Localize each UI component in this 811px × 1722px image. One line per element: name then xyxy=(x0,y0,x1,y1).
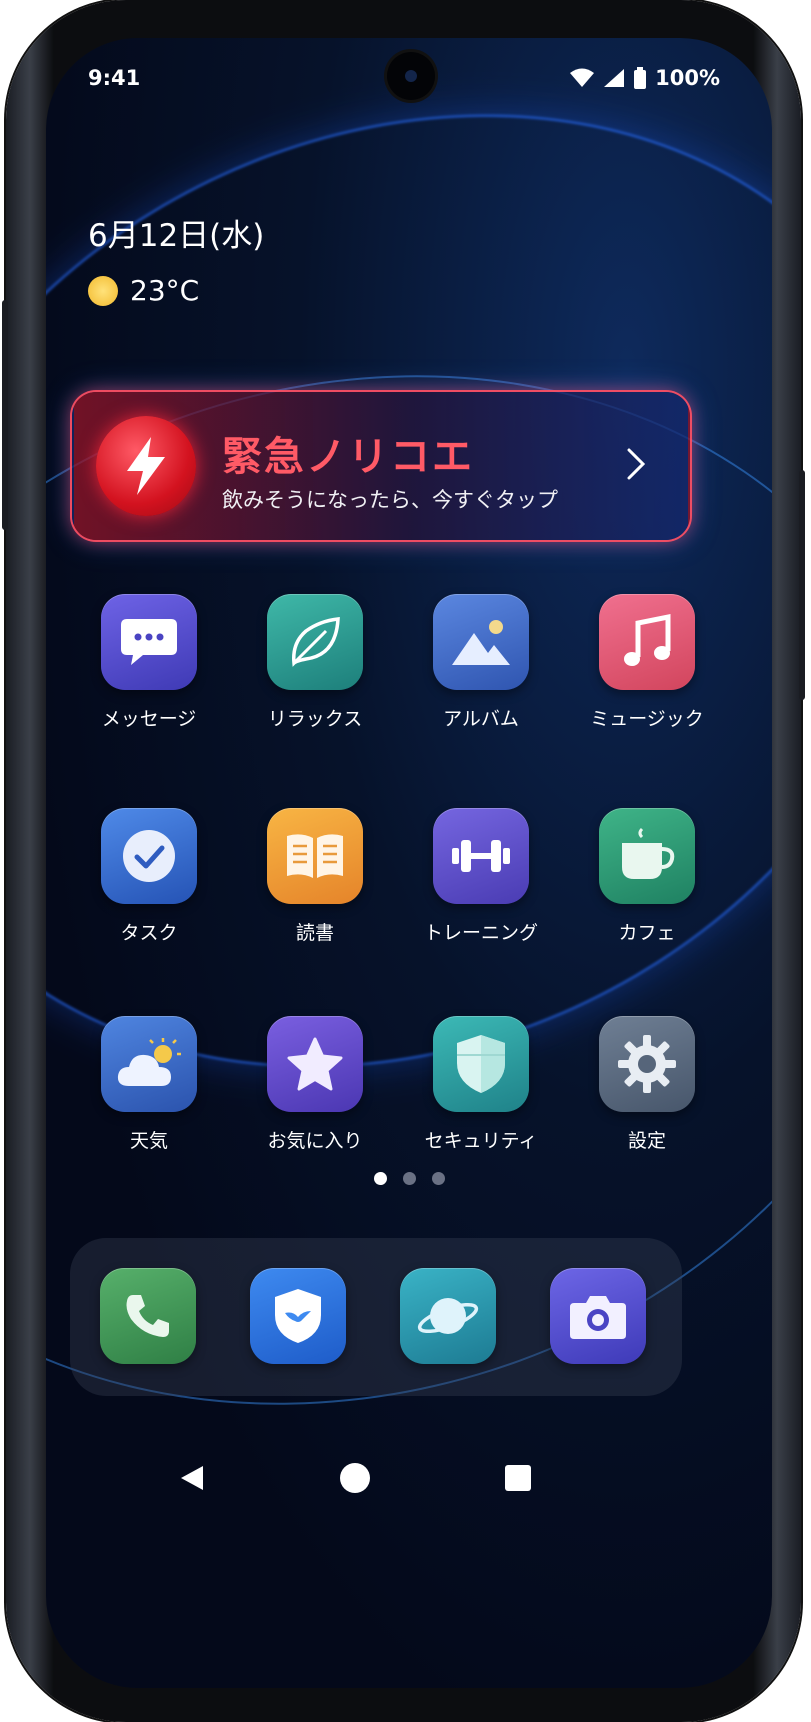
app-messages[interactable]: メッセージ xyxy=(74,594,224,731)
power-button xyxy=(799,470,805,700)
leaf-icon xyxy=(267,594,363,690)
battery-icon xyxy=(634,67,647,89)
phone-frame: 9:41 100% 6月12日(水) 23°C 緊急ノリコエ 飲みそうになったら… xyxy=(2,0,805,1722)
music-note-icon xyxy=(599,594,695,690)
page-dot[interactable] xyxy=(431,1172,445,1185)
app-cafe[interactable]: カフェ xyxy=(572,808,722,945)
status-bar: 9:41 100% xyxy=(46,66,772,106)
banner-title: 緊急ノリコエ xyxy=(222,434,474,480)
cloud-sun-icon xyxy=(101,1016,197,1112)
app-music[interactable]: ミュージック xyxy=(572,594,722,731)
app-label: タスク xyxy=(120,922,178,944)
app-label: お気に入り xyxy=(267,1130,363,1152)
app-label: メッセージ xyxy=(101,708,197,730)
app-album[interactable]: アルバム xyxy=(406,594,556,731)
dock xyxy=(70,1238,682,1396)
status-time: 9:41 xyxy=(88,66,141,90)
chat-bubble-icon xyxy=(101,594,197,690)
sun-icon xyxy=(88,275,118,306)
app-reading[interactable]: 読書 xyxy=(240,808,390,945)
gear-icon xyxy=(599,1016,695,1112)
app-tasks[interactable]: タスク xyxy=(74,808,224,945)
app-label: セキュリティ xyxy=(424,1130,538,1152)
back-icon[interactable] xyxy=(172,1458,212,1498)
app-weather[interactable]: 天気 xyxy=(74,1016,224,1153)
app-training[interactable]: トレーニング xyxy=(406,808,556,945)
camera-icon[interactable] xyxy=(550,1268,646,1364)
app-label: カフェ xyxy=(618,922,676,944)
mountain-photo-icon xyxy=(433,594,529,690)
page-indicator[interactable] xyxy=(46,1172,772,1185)
weather-widget[interactable]: 23°C xyxy=(88,274,199,307)
app-label: 読書 xyxy=(295,922,334,944)
app-label: アルバム xyxy=(443,708,519,730)
signal-icon xyxy=(604,69,625,87)
app-security[interactable]: セキュリティ xyxy=(406,1016,556,1153)
volume-button xyxy=(2,300,8,530)
recents-icon[interactable] xyxy=(498,1458,538,1498)
app-label: 設定 xyxy=(627,1130,666,1152)
banner-subtitle: 飲みそうになったら、今すぐタップ xyxy=(222,488,558,512)
shield-bird-icon[interactable] xyxy=(250,1268,346,1364)
page-dot[interactable] xyxy=(373,1172,387,1185)
temperature: 23°C xyxy=(130,274,200,307)
planet-icon[interactable] xyxy=(400,1268,496,1364)
page-dot[interactable] xyxy=(402,1172,416,1185)
checkmark-icon xyxy=(101,808,197,904)
app-label: ミュージック xyxy=(590,708,704,730)
star-icon xyxy=(267,1016,363,1112)
battery-percent: 100% xyxy=(655,66,720,90)
dumbbell-icon xyxy=(433,808,529,904)
emergency-banner[interactable]: 緊急ノリコエ 飲みそうになったら、今すぐタップ xyxy=(72,392,690,540)
navigation-bar xyxy=(46,1458,772,1498)
app-relax[interactable]: リラックス xyxy=(240,594,390,731)
shield-icon xyxy=(433,1016,529,1112)
app-label: 天気 xyxy=(129,1130,168,1152)
date-widget[interactable]: 6月12日(水) xyxy=(88,210,264,255)
phone-icon[interactable] xyxy=(100,1268,196,1364)
home-icon[interactable] xyxy=(335,1458,375,1498)
chevron-right-icon xyxy=(614,442,658,486)
app-settings[interactable]: 設定 xyxy=(572,1016,722,1153)
app-label: トレーニング xyxy=(423,922,538,944)
coffee-cup-icon xyxy=(599,808,695,904)
app-label: リラックス xyxy=(267,708,363,730)
open-book-icon xyxy=(267,808,363,904)
lightning-icon xyxy=(96,416,196,516)
app-favorites[interactable]: お気に入り xyxy=(240,1016,390,1153)
home-screen: 9:41 100% 6月12日(水) 23°C 緊急ノリコエ 飲みそうになったら… xyxy=(46,38,772,1688)
wifi-icon xyxy=(570,68,595,87)
